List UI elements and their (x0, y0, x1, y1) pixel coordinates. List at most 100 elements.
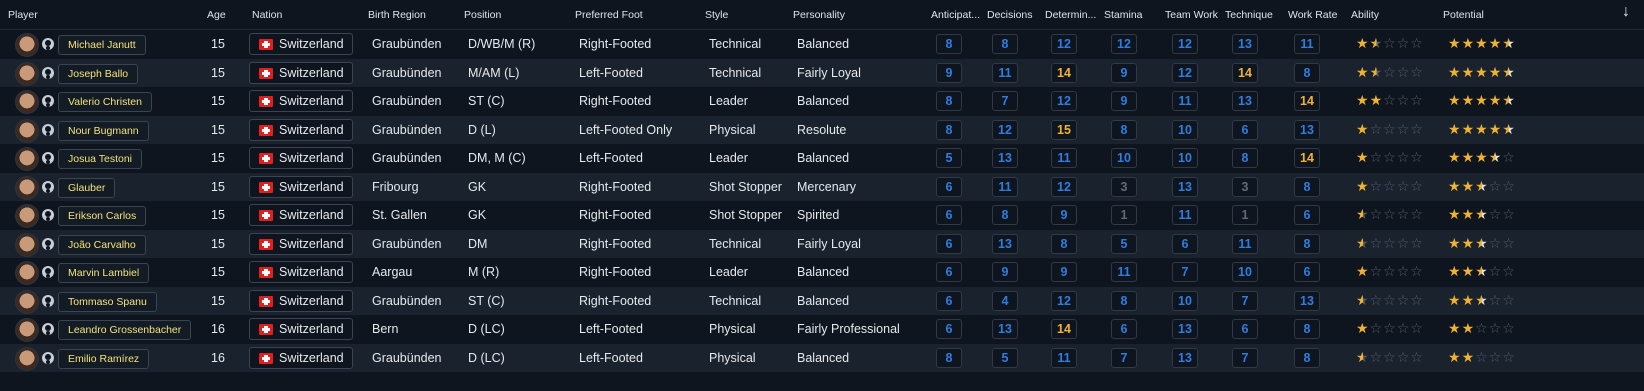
position-cell: D (LC) (468, 350, 505, 365)
player-face-avatar[interactable] (15, 175, 39, 200)
col-personality[interactable]: Personality (793, 9, 845, 21)
player-face-avatar[interactable] (15, 90, 39, 114)
attr-determination: 15 (1051, 119, 1077, 140)
attr-decisions: 12 (992, 119, 1018, 140)
attr-work-rate: 8 (1294, 62, 1320, 83)
col-decisions[interactable]: Decisions (987, 9, 1033, 21)
table-header: Player Age Nation Birth Region Position … (0, 0, 1644, 30)
nation-label: Switzerland (279, 293, 344, 308)
attr-work-rate: 8 (1294, 233, 1320, 254)
player-status-icon[interactable] (42, 323, 54, 335)
sort-arrow-down-icon[interactable]: ↓ (1622, 3, 1630, 21)
nation-button[interactable]: Switzerland (249, 346, 353, 369)
player-name-button[interactable]: Glauber (58, 177, 116, 198)
player-name-button[interactable]: João Carvalho (58, 234, 146, 255)
nation-button[interactable]: Switzerland (249, 289, 353, 312)
table-row[interactable]: Erikson Carlos 15 Switzerland St. Gallen GK R… (0, 201, 1644, 229)
attr-anticipation: 6 (936, 319, 962, 339)
player-name-button[interactable]: Erikson Carlos (58, 206, 147, 226)
style-cell: Technical (709, 236, 762, 251)
player-face-avatar[interactable] (15, 147, 39, 171)
player-status-icon[interactable] (42, 237, 54, 250)
col-player[interactable]: Player (8, 9, 38, 21)
player-name-button[interactable]: Michael Janutt (58, 35, 146, 55)
player-status-icon[interactable] (42, 266, 54, 278)
table-row[interactable]: Nour Bugmann 15 Switzerland Graubünden D (L)… (0, 115, 1644, 144)
personality-cell: Balanced (797, 94, 850, 108)
nation-button[interactable]: Switzerland (249, 261, 353, 283)
col-ability[interactable]: Ability (1351, 9, 1379, 21)
nation-button[interactable]: Switzerland (249, 90, 353, 112)
player-face-avatar[interactable] (15, 289, 39, 314)
ability-stars: ★☆☆☆☆ (1356, 120, 1424, 137)
player-status-icon[interactable] (42, 180, 54, 193)
col-stamina[interactable]: Stamina (1104, 9, 1143, 21)
player-face-avatar[interactable] (15, 61, 39, 86)
col-preferred-foot[interactable]: Preferred Foot (575, 9, 643, 21)
ability-stars: ★☆☆☆☆ (1356, 263, 1424, 279)
player-name-button[interactable]: Joseph Ballo (58, 63, 139, 84)
player-status-icon[interactable] (42, 152, 54, 164)
preferred-foot-cell: Right-Footed (579, 208, 652, 222)
table-row[interactable]: Michael Janutt 15 Switzerland Graubünden D/W… (0, 30, 1644, 58)
player-status-icon[interactable] (42, 95, 54, 107)
player-status-icon[interactable] (42, 123, 54, 136)
attr-anticipation: 6 (936, 176, 962, 197)
player-status-icon[interactable] (42, 66, 54, 79)
player-face-avatar[interactable] (15, 33, 39, 57)
nation-button[interactable]: Switzerland (249, 147, 353, 169)
col-position[interactable]: Position (464, 9, 501, 21)
col-work-rate[interactable]: Work Rate (1288, 9, 1337, 21)
ability-stars: ★☆☆☆☆ (1356, 234, 1424, 251)
swiss-flag-icon (259, 181, 273, 193)
table-row[interactable]: Josua Testoni 15 Switzerland Graubünden DM, … (0, 144, 1644, 172)
col-team-work[interactable]: Team Work (1165, 9, 1218, 21)
player-name-button[interactable]: Marvin Lambiel (58, 263, 150, 283)
style-cell: Physical (709, 122, 756, 137)
table-row[interactable]: Leandro Grossenbacher 16 Switzerland Bern D … (0, 315, 1644, 343)
nation-button[interactable]: Switzerland (249, 204, 353, 226)
nation-button[interactable]: Switzerland (249, 61, 353, 84)
attr-anticipation: 6 (936, 290, 962, 311)
player-face-avatar[interactable] (15, 204, 39, 228)
col-anticipation[interactable]: Anticipat... (931, 9, 980, 21)
player-name-button[interactable]: Tommaso Spanu (58, 291, 157, 312)
attr-stamina: 8 (1111, 119, 1137, 140)
nation-button[interactable]: Switzerland (249, 33, 353, 55)
col-determination[interactable]: Determin... (1045, 9, 1096, 21)
player-status-icon[interactable] (42, 38, 54, 50)
birth-region-cell: Graubünden (372, 350, 442, 365)
col-age[interactable]: Age (207, 9, 226, 21)
nation-button[interactable]: Switzerland (249, 118, 353, 141)
table-row[interactable]: Tommaso Spanu 15 Switzerland Graubünden ST (… (0, 286, 1644, 315)
table-row[interactable]: Emilio Ramírez 16 Switzerland Graubünden D (… (0, 343, 1644, 372)
personality-cell: Balanced (797, 350, 850, 365)
nation-button[interactable]: Switzerland (249, 232, 353, 255)
player-face-avatar[interactable] (15, 232, 39, 257)
player-name-button[interactable]: Emilio Ramírez (58, 348, 150, 369)
player-name-button[interactable]: Valerio Christen (58, 92, 152, 112)
table-row[interactable]: Valerio Christen 15 Switzerland Graubünden S… (0, 87, 1644, 115)
player-status-icon[interactable] (42, 209, 54, 221)
player-face-avatar[interactable] (15, 318, 39, 342)
col-style[interactable]: Style (705, 9, 728, 21)
nation-button[interactable]: Switzerland (249, 318, 353, 340)
player-face-avatar[interactable] (15, 261, 39, 285)
col-nation[interactable]: Nation (252, 9, 282, 21)
col-potential[interactable]: Potential (1443, 9, 1484, 21)
player-status-icon[interactable] (42, 294, 54, 307)
player-face-avatar[interactable] (15, 346, 39, 371)
player-status-icon[interactable] (42, 351, 54, 364)
player-name-button[interactable]: Josua Testoni (58, 149, 143, 169)
player-face-avatar[interactable] (15, 118, 39, 143)
attr-determination: 14 (1051, 319, 1077, 339)
nation-button[interactable]: Switzerland (249, 175, 353, 198)
player-name-button[interactable]: Nour Bugmann (58, 120, 149, 141)
col-birth-region[interactable]: Birth Region (368, 9, 426, 21)
table-row[interactable]: Glauber 15 Switzerland Fribourg GK Right-Foot… (0, 172, 1644, 201)
player-name-button[interactable]: Leandro Grossenbacher (58, 320, 192, 340)
table-row[interactable]: Joseph Ballo 15 Switzerland Graubünden M/AM … (0, 58, 1644, 87)
col-technique[interactable]: Technique (1225, 9, 1273, 21)
table-row[interactable]: João Carvalho 15 Switzerland Graubünden DM Ri… (0, 229, 1644, 258)
table-row[interactable]: Marvin Lambiel 15 Switzerland Aargau M (R) Ri… (0, 258, 1644, 286)
